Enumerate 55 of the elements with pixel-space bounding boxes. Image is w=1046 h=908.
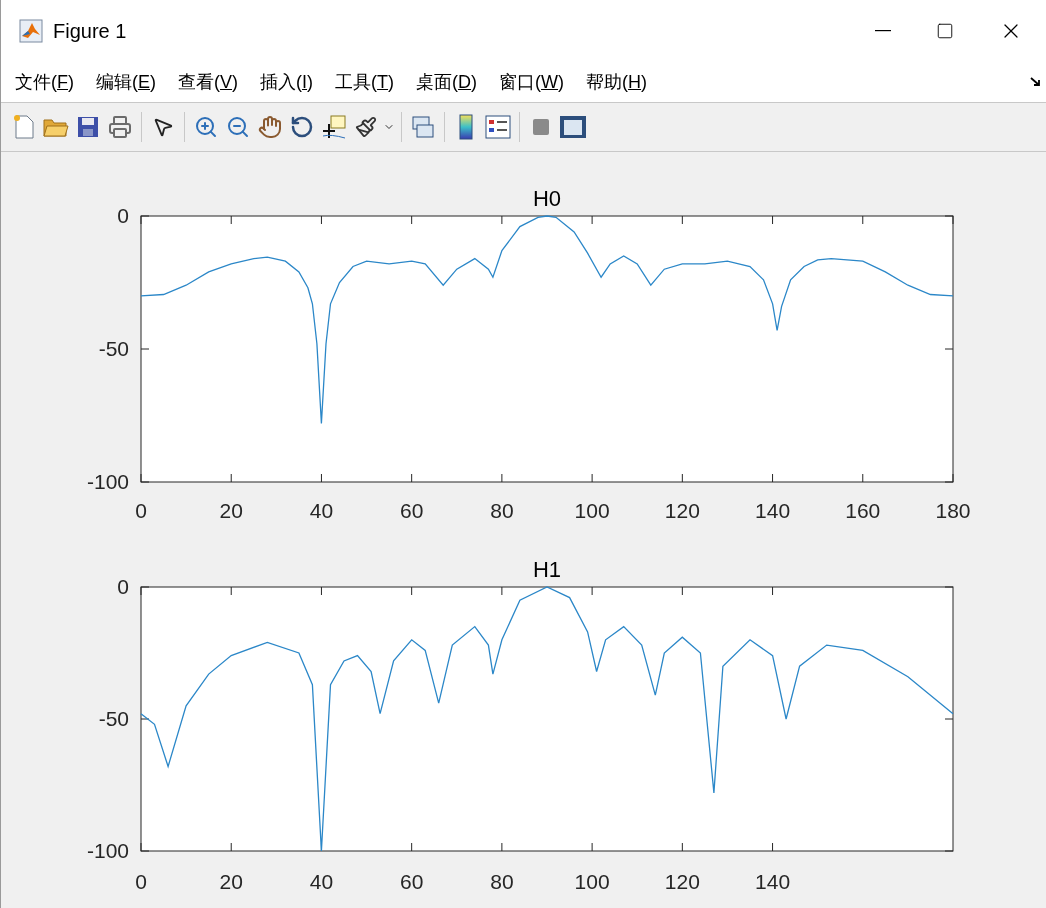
x-tick-label: 20: [219, 499, 243, 522]
x-tick-label: 180: [935, 499, 971, 522]
printer-icon: [108, 115, 132, 139]
menu-item[interactable]: 编辑(E): [96, 68, 156, 96]
y-tick-label: -100: [86, 470, 129, 493]
hand-icon: [258, 115, 282, 139]
menu-item[interactable]: 桌面(D): [416, 68, 478, 96]
peak-logo-icon: [19, 19, 43, 43]
legend-button[interactable]: [483, 112, 513, 142]
data-cursor-icon: [321, 114, 347, 140]
x-tick-label: 120: [664, 499, 700, 522]
window-title: Figure 1: [53, 19, 127, 44]
plot-title: H1: [532, 557, 562, 582]
x-tick-label: 80: [490, 499, 514, 522]
rotate-icon: [290, 115, 314, 139]
x-tick-label: 160: [845, 499, 881, 522]
pointer-icon: [152, 116, 174, 138]
menu-item[interactable]: 工具(T): [335, 68, 395, 96]
x-tick-label: 0: [135, 499, 147, 522]
menu-item[interactable]: 帮助(H): [586, 68, 648, 96]
linked-windows-icon: [410, 114, 436, 140]
colorbar-icon: [458, 114, 474, 140]
x-tick-label: 20: [219, 870, 243, 893]
menu-item[interactable]: 窗口(W): [499, 68, 565, 96]
minimize-icon: [875, 30, 891, 32]
x-tick-label: 100: [574, 499, 610, 522]
x-tick-label: 140: [755, 870, 791, 893]
window-icon: [559, 115, 587, 139]
x-tick-label: 60: [400, 499, 424, 522]
plot-title: H0: [532, 186, 562, 211]
dock-arrow-icon[interactable]: [1030, 76, 1042, 88]
zoom-out-icon: [226, 115, 250, 139]
x-tick-label: 40: [309, 499, 334, 522]
x-tick-label: 80: [490, 870, 514, 893]
y-tick-label: -100: [86, 839, 129, 862]
zoom-in-icon: [194, 115, 218, 139]
x-tick-label: 0: [135, 870, 147, 893]
y-tick-label: 0: [117, 575, 129, 598]
x-tick-label: 40: [309, 870, 334, 893]
folder-icon: [43, 116, 69, 138]
y-tick-label: -50: [98, 707, 129, 730]
square-icon: [532, 118, 550, 136]
menu-item[interactable]: 文件(F): [15, 68, 74, 96]
legend-icon: [485, 115, 511, 139]
x-tick-label: 140: [755, 499, 791, 522]
brush-icon: [355, 116, 377, 138]
x-tick-label: 100: [574, 870, 610, 893]
y-tick-label: -50: [98, 337, 129, 360]
maximize-icon: [936, 22, 954, 40]
x-tick-label: 120: [664, 870, 700, 893]
new-file-icon: [12, 114, 36, 140]
y-tick-label: 0: [117, 204, 129, 227]
menu-item[interactable]: 查看(V): [178, 68, 239, 96]
menu-item[interactable]: 插入(I): [260, 68, 314, 96]
x-tick-label: 60: [400, 870, 424, 893]
